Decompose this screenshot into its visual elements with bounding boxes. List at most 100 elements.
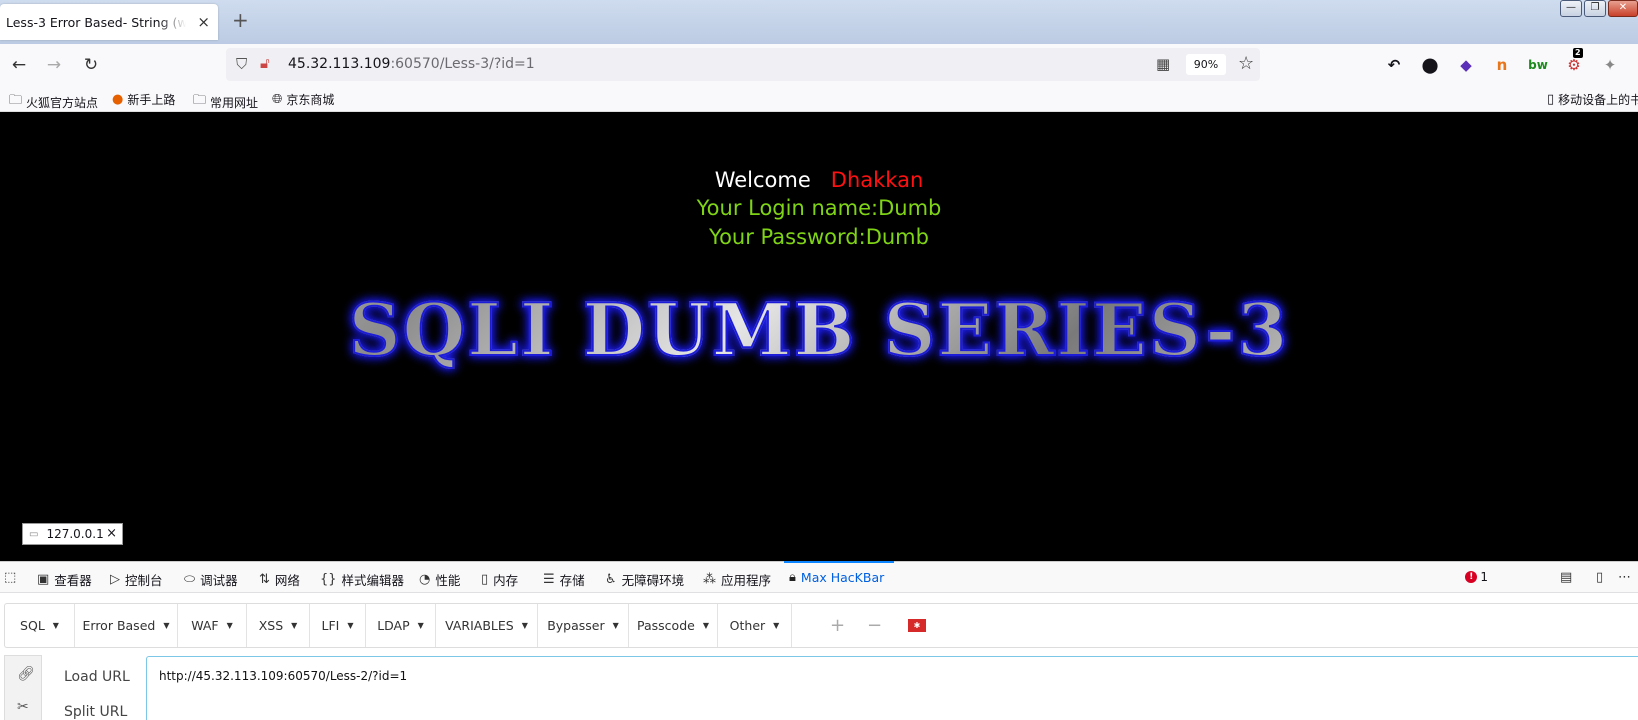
error-icon: ! [1465, 571, 1478, 583]
caret-down-icon: ▼ [226, 621, 233, 630]
bookmark-folder[interactable]: 🗀 常用网址 [193, 91, 258, 113]
minus-icon[interactable]: − [867, 615, 882, 636]
network-icon: ▭ [29, 528, 39, 540]
window-controls: — ❐ ✕ [1560, 0, 1638, 17]
menu-variables[interactable]: VARIABLES ▼ [436, 604, 538, 647]
tab-debugger[interactable]: ⬭ 调试器 [184, 570, 238, 589]
scissors-icon[interactable]: ✂ [17, 699, 29, 715]
flag-icon[interactable]: ✱ [908, 619, 926, 632]
tab-performance[interactable]: ◔ 性能 [419, 570, 460, 589]
caret-down-icon: ▼ [291, 621, 298, 630]
series-banner: SQLI DUMB SERIES-3 [0, 286, 1638, 373]
link-icon[interactable]: 🔗︎ [17, 666, 35, 682]
menu-xss[interactable]: XSS ▼ [247, 604, 310, 647]
tab-network[interactable]: ⇅ 网络 [259, 570, 300, 589]
forward-icon[interactable]: → [42, 53, 66, 77]
tab-style-editor[interactable]: {} 样式编辑器 [320, 570, 404, 589]
inspector-icon: ▣ [37, 572, 50, 587]
close-window-button[interactable]: ✕ [1608, 0, 1638, 17]
globe-icon: 🌐︎ [272, 92, 283, 107]
bookmark-item[interactable]: 🌐︎ 京东商城 [272, 91, 334, 108]
menu-waf[interactable]: WAF ▼ [178, 604, 247, 647]
tab-console[interactable]: ▷ 控制台 [110, 570, 163, 589]
tab-application[interactable]: ⁂ 应用程序 [703, 570, 771, 589]
tab-memory[interactable]: ▯ 内存 [481, 570, 518, 589]
insecure-lock-icon[interactable]: 🔓︎ [260, 54, 270, 72]
menu-bypasser[interactable]: Bypasser ▼ [538, 604, 629, 647]
dock-icon[interactable]: ▤ [1560, 570, 1572, 585]
bw-extension-icon[interactable]: bw [1527, 54, 1549, 76]
browser-tab[interactable]: Less-3 Error Based- String (with Twist) … [0, 4, 218, 40]
bookmarks-bar: 🗀火狐官方站点 ●新手上路 🗀常用网址 🌐︎京东商城 ▯移动设备上的书签 [0, 86, 1638, 112]
caret-down-icon: ▼ [52, 621, 59, 630]
bookmark-star-icon[interactable]: ☆ [1238, 53, 1254, 74]
caret-down-icon: ▼ [702, 621, 709, 630]
address-bar[interactable]: ⛉ 🔓︎ 45.32.113.109:60570/Less-3/?id=1 ▦ … [226, 48, 1260, 81]
caret-down-icon: ▼ [417, 621, 424, 630]
tab-max-hackbar[interactable]: 🔒︎ Max HacKBar [789, 570, 884, 585]
caret-down-icon: ▼ [347, 621, 354, 630]
menu-sql[interactable]: SQL ▼ [5, 604, 75, 647]
url-textarea[interactable]: http://45.32.113.109:60570/Less-2/?id=1 [146, 656, 1638, 720]
notification-extension-icon[interactable]: ⚙ 2 [1563, 48, 1585, 76]
tab-inspector[interactable]: ▣ 查看器 [37, 570, 92, 589]
bookmark-item[interactable]: ● 新手上路 [112, 91, 175, 108]
navigation-bar: ← → ↻ ⛉ 🔓︎ 45.32.113.109:60570/Less-3/?i… [0, 44, 1638, 86]
puzzle-extension-icon[interactable]: ✦ [1599, 54, 1621, 76]
more-options-icon[interactable]: ⋯ [1618, 570, 1631, 585]
caret-down-icon: ▼ [612, 621, 619, 630]
active-tab-indicator [784, 561, 894, 563]
menu-other[interactable]: Other ▼ [718, 604, 792, 647]
grid-icon: ⁂ [703, 572, 716, 587]
login-password: Your Password:Dumb [709, 225, 929, 249]
element-picker-icon[interactable]: ⬚ [4, 570, 16, 585]
n-extension-icon[interactable]: n [1491, 54, 1513, 76]
welcome-text: Welcome [714, 168, 811, 192]
url-host: 45.32.113.109 [288, 56, 391, 72]
layers-extension-icon[interactable]: ◆ [1455, 54, 1477, 76]
tab-strip: Less-3 Error Based- String (with Twist) … [0, 0, 1638, 44]
accessibility-icon: ♿︎ [605, 572, 617, 587]
menu-lfi[interactable]: LFI ▼ [310, 604, 366, 647]
close-tab-icon[interactable]: × [197, 13, 210, 31]
ip-badge-close-icon[interactable]: × [106, 526, 117, 541]
qr-code-icon[interactable]: ▦ [1156, 55, 1170, 73]
web-page: Welcome Dhakkan Your Login name:Dumb Your… [0, 112, 1638, 561]
mobile-icon: ▯ [1547, 92, 1555, 107]
caret-down-icon: ▼ [521, 621, 528, 630]
tab-storage[interactable]: ☰ 存储 [543, 570, 585, 589]
error-counter[interactable]: ! 1 [1465, 570, 1488, 584]
tab-accessibility[interactable]: ♿︎ 无障碍环境 [605, 570, 684, 589]
load-url-button[interactable]: Load URL [64, 669, 130, 685]
action-icon-column: 🔗︎ ✂ [4, 655, 42, 720]
new-tab-button[interactable]: + [232, 10, 249, 30]
folder-icon: 🗀 [9, 93, 23, 108]
url-textarea-value: http://45.32.113.109:60570/Less-2/?id=1 [159, 669, 408, 683]
minimize-button[interactable]: — [1560, 0, 1582, 17]
plus-icon[interactable]: + [830, 615, 845, 636]
url-text[interactable]: 45.32.113.109:60570/Less-3/?id=1 [288, 56, 535, 72]
menu-passcode[interactable]: Passcode ▼ [629, 604, 718, 647]
menu-ldap[interactable]: LDAP ▼ [366, 604, 436, 647]
tracking-shield-icon[interactable]: ⛉ [236, 55, 247, 73]
ip-badge: ▭ 127.0.0.1 × [22, 523, 123, 545]
storage-icon: ☰ [543, 572, 555, 587]
bookmark-folder[interactable]: 🗀 火狐官方站点 [9, 91, 98, 113]
restore-button[interactable]: ❐ [1584, 0, 1606, 17]
tab-title: Less-3 Error Based- String (with Twist) [6, 14, 186, 30]
braces-icon: {} [320, 572, 337, 587]
back-icon[interactable]: ← [7, 53, 31, 77]
mobile-bookmarks[interactable]: ▯移动设备上的书签 [1547, 91, 1638, 108]
url-path: :60570/Less-3/?id=1 [390, 56, 535, 72]
zoom-level[interactable]: 90% [1186, 54, 1226, 75]
undo-icon[interactable]: ↶ [1383, 54, 1405, 76]
gauge-icon: ◔ [419, 572, 431, 587]
menu-error-based[interactable]: Error Based ▼ [75, 604, 178, 647]
responsive-icon[interactable]: ▯ [1596, 570, 1603, 585]
devtools-toolbar: ⬚ ▣ 查看器 ▷ 控制台 ⬭ 调试器 ⇅ 网络 {} 样式编辑器 ◔ 性能 ▯ 内存 ☰ 存储… [0, 561, 1638, 593]
network-arrows-icon: ⇅ [259, 572, 270, 587]
circle-extension-icon[interactable]: ⬤ [1419, 54, 1441, 76]
lock-icon: 🔒︎ [789, 570, 796, 585]
split-url-button[interactable]: Split URL [64, 704, 127, 720]
reload-icon[interactable]: ↻ [79, 53, 103, 77]
